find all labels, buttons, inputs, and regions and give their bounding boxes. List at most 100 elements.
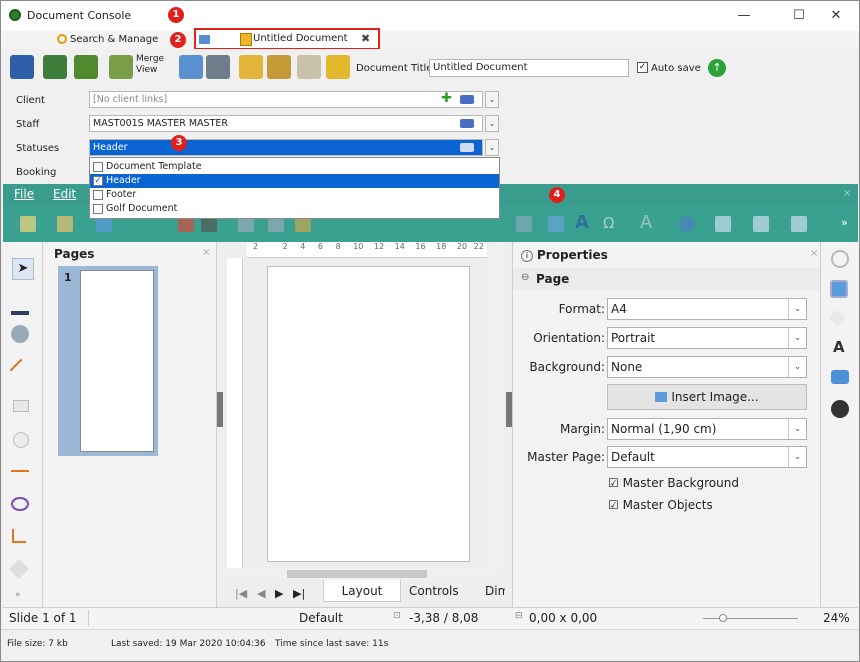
special-char-icon[interactable]: Ω xyxy=(603,214,614,232)
close-icon[interactable]: × xyxy=(843,188,851,199)
option-checkbox[interactable]: ✓ xyxy=(93,176,103,186)
curve-tool-icon[interactable] xyxy=(11,497,29,511)
slide-page[interactable] xyxy=(267,266,470,562)
option-golf-document[interactable]: Golf Document xyxy=(90,202,499,216)
horizontal-scrollbar[interactable] xyxy=(227,568,491,580)
merge-view-label[interactable]: Merge View xyxy=(136,54,166,76)
nav-prev-icon[interactable]: ◀ xyxy=(257,587,265,600)
tab-search-manage[interactable]: Search & Manage xyxy=(51,31,166,49)
line-tool-icon[interactable] xyxy=(9,358,33,382)
staff-field[interactable]: MAST001S MASTER MASTER xyxy=(89,115,483,132)
master-page-select[interactable]: Default ⌄ xyxy=(607,446,807,468)
eraser-icon[interactable] xyxy=(460,95,474,104)
save-icon[interactable] xyxy=(10,55,34,79)
client-field[interactable]: [No client links] ✚ xyxy=(89,91,483,108)
align-icon[interactable] xyxy=(715,216,731,232)
chevron-down-icon[interactable]: ⌄ xyxy=(788,328,806,348)
eraser-icon[interactable] xyxy=(460,143,474,152)
new-icon[interactable] xyxy=(20,216,36,232)
fill-color-icon[interactable] xyxy=(11,325,29,343)
margin-select[interactable]: Normal (1,90 cm) ⌄ xyxy=(607,418,807,440)
option-checkbox[interactable] xyxy=(93,190,103,200)
autosave-label[interactable]: Auto save xyxy=(651,63,701,74)
select-tool-icon[interactable]: ➤ xyxy=(12,258,34,280)
format-select[interactable]: A4 ⌄ xyxy=(607,298,807,320)
settings-icon[interactable] xyxy=(831,250,849,268)
master-objects-checkbox[interactable]: ☑ Master Objects xyxy=(608,498,713,512)
tab-untitled-document[interactable]: Untitled Document ✖ xyxy=(194,28,380,50)
chevron-down-icon[interactable]: ⌄ xyxy=(788,357,806,377)
nav-next-icon[interactable]: ▶ xyxy=(275,587,283,600)
open-icon[interactable] xyxy=(57,216,73,232)
rectangle-tool-icon[interactable] xyxy=(13,400,29,412)
styles-icon[interactable]: A xyxy=(833,338,845,356)
insert-image-button[interactable]: Insert Image... xyxy=(607,384,807,410)
properties-tab-icon[interactable] xyxy=(830,280,848,298)
more-icon[interactable]: » xyxy=(841,216,848,229)
navigator-icon[interactable] xyxy=(828,309,846,327)
preview-icon[interactable] xyxy=(179,55,203,79)
tab-layout[interactable]: Layout xyxy=(323,580,401,602)
option-checkbox[interactable] xyxy=(93,162,103,172)
statuses-dropdown[interactable]: ⌄ xyxy=(485,139,499,156)
background-select[interactable]: None ⌄ xyxy=(607,356,807,378)
doc-title-input[interactable]: Untitled Document xyxy=(429,59,629,77)
page-thumbnail[interactable] xyxy=(80,270,154,452)
image-icon[interactable] xyxy=(548,216,564,232)
arrow-tool-icon[interactable] xyxy=(11,470,29,472)
grid-icon[interactable] xyxy=(516,216,532,232)
fontwork-icon[interactable]: A xyxy=(575,212,589,233)
tab-controls[interactable]: Controls xyxy=(409,584,459,598)
map-icon[interactable] xyxy=(74,55,98,79)
client-dropdown[interactable]: ⌄ xyxy=(485,91,499,108)
chevron-down-icon[interactable]: ⌄ xyxy=(788,299,806,319)
minimize-button[interactable]: — xyxy=(721,1,767,31)
vertical-scrollbar[interactable] xyxy=(491,242,503,572)
arrange-icon[interactable] xyxy=(791,216,807,232)
page-thumbnail-container[interactable]: 1 xyxy=(58,266,158,456)
gallery-icon[interactable] xyxy=(831,370,849,384)
save-as-icon[interactable] xyxy=(43,55,67,79)
option-document-template[interactable]: Document Template xyxy=(90,160,499,174)
merge-view-icon[interactable] xyxy=(109,55,133,79)
chevron-down-icon[interactable]: ⌄ xyxy=(788,419,806,439)
ellipse-tool-icon[interactable] xyxy=(13,432,29,448)
option-header[interactable]: ✓ Header xyxy=(90,174,499,188)
staff-dropdown[interactable]: ⌄ xyxy=(485,115,499,132)
shapes-icon[interactable] xyxy=(679,216,695,232)
zoom-level[interactable]: 24% xyxy=(823,611,850,625)
attach-icon[interactable] xyxy=(267,55,291,79)
master-background-checkbox[interactable]: ☑ Master Background xyxy=(608,476,739,490)
connector-tool-icon[interactable] xyxy=(12,529,26,543)
collapse-icon[interactable]: ⊖ xyxy=(521,272,529,283)
scroll-thumb[interactable] xyxy=(287,570,427,578)
option-checkbox[interactable] xyxy=(93,204,103,214)
zoom-slider-thumb[interactable] xyxy=(719,614,727,622)
compass-icon[interactable] xyxy=(831,400,849,418)
key-icon[interactable] xyxy=(326,55,350,79)
close-button[interactable]: ✕ xyxy=(813,1,859,31)
nav-last-icon[interactable]: ▶| xyxy=(293,587,305,600)
orientation-select[interactable]: Portrait ⌄ xyxy=(607,327,807,349)
text-icon[interactable]: A xyxy=(640,212,652,233)
export-icon[interactable] xyxy=(239,55,263,79)
pages-close-icon[interactable]: × xyxy=(202,247,210,258)
option-footer[interactable]: Footer xyxy=(90,188,499,202)
eraser-icon[interactable] xyxy=(460,119,474,128)
tab-close-icon[interactable]: ✖ xyxy=(361,32,370,45)
menu-file[interactable]: File xyxy=(14,187,34,201)
tab-dimension[interactable]: Dim xyxy=(485,584,505,598)
chevron-down-icon[interactable]: ⌄ xyxy=(788,447,806,467)
nav-first-icon[interactable]: |◀ xyxy=(235,587,247,600)
menu-edit[interactable]: Edit xyxy=(53,187,76,201)
upload-icon[interactable]: ↑ xyxy=(708,59,726,77)
statuses-field[interactable]: Header xyxy=(89,139,483,156)
zoom-slider[interactable] xyxy=(703,618,798,619)
line-color-icon[interactable] xyxy=(11,297,29,315)
print-icon[interactable] xyxy=(206,55,230,79)
template-icon[interactable] xyxy=(297,55,321,79)
basic-shapes-icon[interactable] xyxy=(9,559,29,579)
add-icon[interactable]: ✚ xyxy=(441,91,452,106)
distribute-icon[interactable] xyxy=(753,216,769,232)
properties-close-icon[interactable]: × xyxy=(810,248,818,259)
